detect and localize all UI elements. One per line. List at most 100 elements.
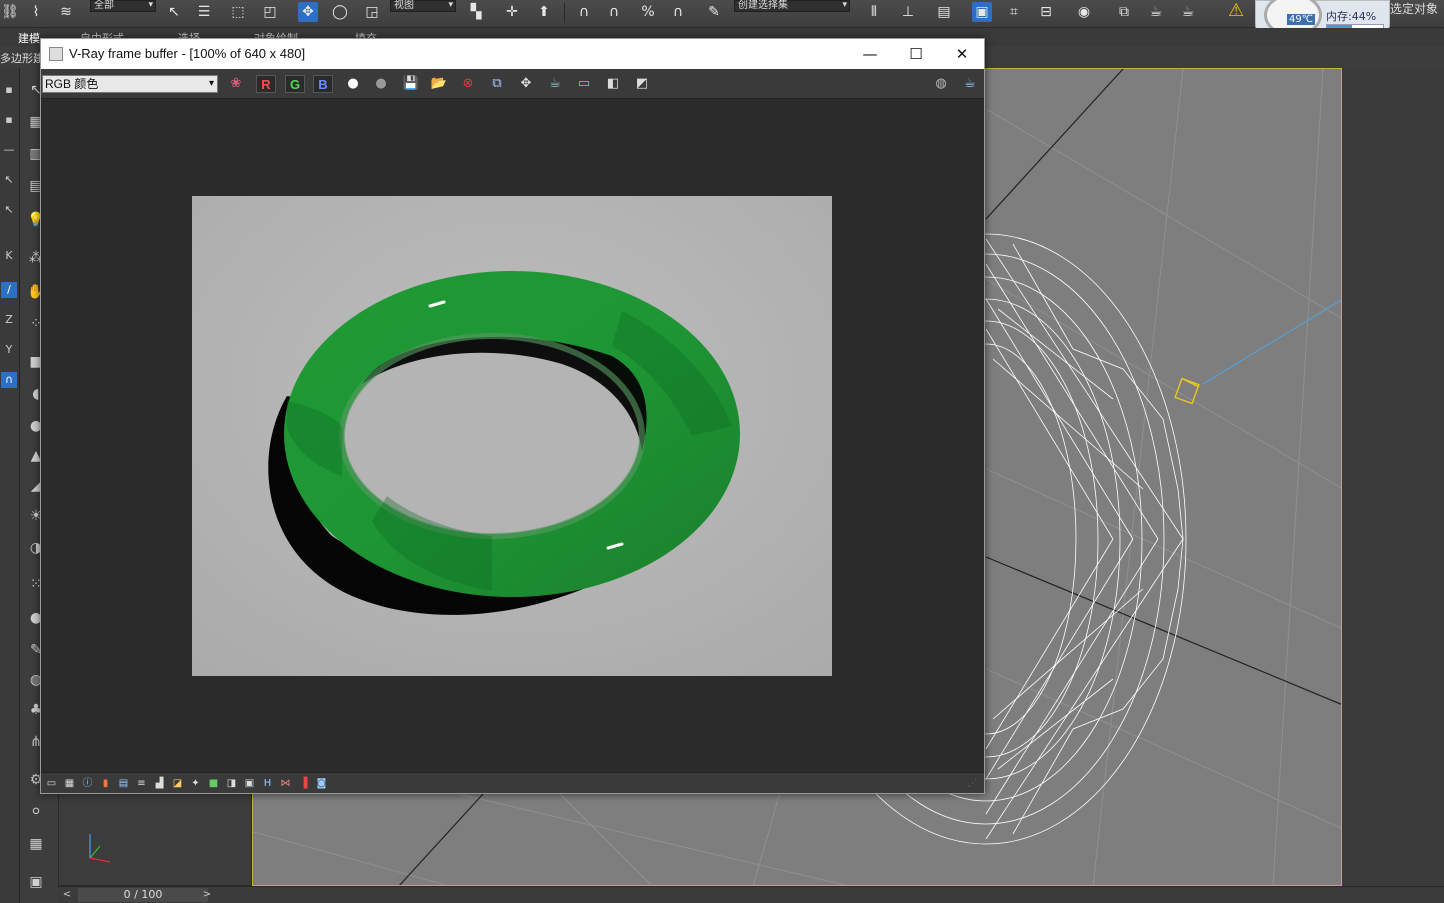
time-slider[interactable]: < 0 / 100 > xyxy=(58,886,1444,903)
red-channel-button[interactable]: R xyxy=(256,75,276,93)
ocio-icon[interactable]: ✦ xyxy=(189,777,202,790)
rect-selection-icon[interactable]: ⬚ xyxy=(228,2,248,22)
side-tool-icon[interactable]: K xyxy=(1,248,17,264)
vfb-titlebar[interactable]: V-Ray frame buffer - [100% of 640 x 480]… xyxy=(41,39,984,69)
selection-filter-dropdown[interactable]: 全部 ▾ xyxy=(90,0,156,12)
render-icon[interactable]: ☕ xyxy=(960,75,980,93)
main-toolbar: ⛓ ⌇ ≋ 全部 ▾ ↖ ☰ ⬚ ◰ ✥ ◯ ◲ 视图 ▾ ▚ ✛ ⬆ ∩ ∩ … xyxy=(0,0,1444,28)
mirror-icon[interactable]: ⫴ xyxy=(864,2,884,22)
mini-viewport[interactable] xyxy=(58,792,252,886)
reference-coord-value: 视图 xyxy=(394,0,414,11)
curves-icon[interactable]: ≡ xyxy=(135,777,148,790)
compare-icon[interactable]: ◨ xyxy=(225,777,238,790)
monochrome-icon[interactable]: ● xyxy=(371,75,391,93)
render-setup-icon[interactable]: ⧉ xyxy=(1114,2,1134,22)
ribbon-side-panel: ▪ ▪ — ↖ ↖ K / Z Y ∩ xyxy=(0,68,20,903)
side-tool-active-icon[interactable]: / xyxy=(1,282,17,298)
edit-named-selection-icon[interactable]: ✎ xyxy=(704,2,724,22)
rendered-frame-window-icon[interactable]: ☕ xyxy=(1146,2,1166,22)
link-icon[interactable]: ⛓ xyxy=(0,2,20,22)
rotate-icon[interactable]: ◯ xyxy=(330,2,350,22)
grid-icon[interactable]: ▦ xyxy=(24,832,48,856)
material-editor-icon[interactable]: ◉ xyxy=(1074,2,1094,22)
save-image-icon[interactable]: 💾 xyxy=(401,75,421,93)
pixel-info-icon[interactable]: ◩ xyxy=(632,75,652,93)
selected-objects-label[interactable]: 选定对象 xyxy=(1390,0,1438,17)
settings-icon[interactable]: ◙ xyxy=(315,777,328,790)
bind-spacewarp-icon[interactable]: ≋ xyxy=(56,2,76,22)
clipboard-icon[interactable]: ▣ xyxy=(24,870,48,894)
timeline-position: 0 / 100 xyxy=(123,888,163,901)
select-object-icon[interactable]: ↖ xyxy=(164,2,184,22)
lut-icon[interactable]: ◪ xyxy=(171,777,184,790)
levels-icon[interactable]: ▤ xyxy=(117,777,130,790)
lens-effects-icon[interactable]: ▣ xyxy=(243,777,256,790)
percent-snap-icon[interactable]: % xyxy=(638,2,658,22)
side-tool-icon[interactable]: ↖ xyxy=(1,202,17,218)
light-gizmo[interactable] xyxy=(1174,377,1200,405)
side-tool-icon[interactable]: ▪ xyxy=(1,112,17,128)
maximize-button[interactable]: ☐ xyxy=(893,39,939,69)
abc-compare-icon[interactable]: ▐ xyxy=(297,777,310,790)
close-button[interactable]: ✕ xyxy=(939,39,985,69)
blue-channel-button[interactable]: B xyxy=(313,75,333,93)
layer-manager-icon[interactable]: ▤ xyxy=(934,2,954,22)
render-production-icon[interactable]: ☕ xyxy=(1178,2,1198,22)
timeline-next-button[interactable]: > xyxy=(200,888,214,902)
histogram-icon[interactable]: ▟ xyxy=(153,777,166,790)
layers-icon[interactable]: ▦ xyxy=(63,777,76,790)
material-ball-icon[interactable]: ⚪ xyxy=(24,800,48,824)
unlink-icon[interactable]: ⌇ xyxy=(26,2,46,22)
chevron-down-icon: ▾ xyxy=(148,0,153,10)
render-region-icon[interactable]: ☕ xyxy=(545,75,565,93)
window-crossing-icon[interactable]: ◰ xyxy=(260,2,280,22)
side-tool-icon[interactable]: ↖ xyxy=(1,172,17,188)
side-tool-icon[interactable]: Y xyxy=(1,342,17,358)
side-tool-icon[interactable]: Z xyxy=(1,312,17,328)
spinner-snap-icon[interactable]: ∩ xyxy=(668,2,688,22)
timeline-slider[interactable]: 0 / 100 xyxy=(78,888,208,902)
align-icon[interactable]: ⊥ xyxy=(898,2,918,22)
open-folder-icon[interactable]: 📂 xyxy=(429,75,449,93)
alpha-channel-icon[interactable]: ● xyxy=(343,75,363,93)
select-manipulate-icon[interactable]: ✛ xyxy=(502,2,522,22)
resize-grip-icon[interactable]: ⋰ xyxy=(966,777,979,790)
snap-3d-icon[interactable]: ∩ xyxy=(574,2,594,22)
pivot-center-icon[interactable]: ▚ xyxy=(466,2,486,22)
reference-coord-dropdown[interactable]: 视图 ▾ xyxy=(390,0,456,12)
stereo-icon[interactable]: ⋈ xyxy=(279,777,292,790)
history-icon[interactable]: ▭ xyxy=(45,777,58,790)
render-canvas-area[interactable] xyxy=(41,100,984,772)
stop-render-icon[interactable]: ◍ xyxy=(931,75,951,93)
scale-icon[interactable]: ◲ xyxy=(362,2,382,22)
ribbon-tab-modeling[interactable]: 建模 xyxy=(18,30,40,46)
channel-dropdown[interactable]: RGB 颜色 ▾ xyxy=(42,75,218,93)
side-tool-icon[interactable]: — xyxy=(1,142,17,158)
select-by-name-icon[interactable]: ☰ xyxy=(194,2,214,22)
scene-explorer-icon[interactable]: ▣ xyxy=(972,2,992,22)
info-icon[interactable]: ⓘ xyxy=(81,777,94,790)
color-channels-icon[interactable]: ❀ xyxy=(226,75,246,93)
color-correction-icon[interactable]: ◧ xyxy=(603,75,623,93)
minimize-button[interactable]: — xyxy=(847,39,893,69)
keyboard-shortcut-icon[interactable]: ⬆ xyxy=(534,2,554,22)
named-selection-dropdown[interactable]: 创建选择集 ▾ xyxy=(734,0,850,12)
grid-axis-line xyxy=(399,793,484,885)
green-channel-button[interactable]: G xyxy=(285,75,305,93)
move-icon[interactable]: ✥ xyxy=(298,2,318,22)
duplicate-to-max-icon[interactable]: ⧉ xyxy=(487,75,507,93)
angle-snap-icon[interactable]: ∩ xyxy=(604,2,624,22)
clear-image-icon[interactable]: ⊗ xyxy=(458,75,478,93)
rendered-image[interactable] xyxy=(192,196,832,676)
warning-icon[interactable]: ⚠ xyxy=(1228,0,1244,21)
schematic-view-icon[interactable]: ⊟ xyxy=(1036,2,1056,22)
srgb-icon[interactable]: ■ xyxy=(207,777,220,790)
side-tool-icon[interactable]: ▪ xyxy=(1,82,17,98)
side-tool-active-icon[interactable]: ∩ xyxy=(1,372,17,388)
curve-editor-icon[interactable]: ⌗ xyxy=(1004,2,1024,22)
color-levels-icon[interactable]: ▮ xyxy=(99,777,112,790)
track-mouse-icon[interactable]: ✥ xyxy=(516,75,536,93)
link-to-max-icon[interactable]: ▭ xyxy=(574,75,594,93)
h-icon[interactable]: H xyxy=(261,777,274,790)
timeline-prev-button[interactable]: < xyxy=(60,888,74,902)
